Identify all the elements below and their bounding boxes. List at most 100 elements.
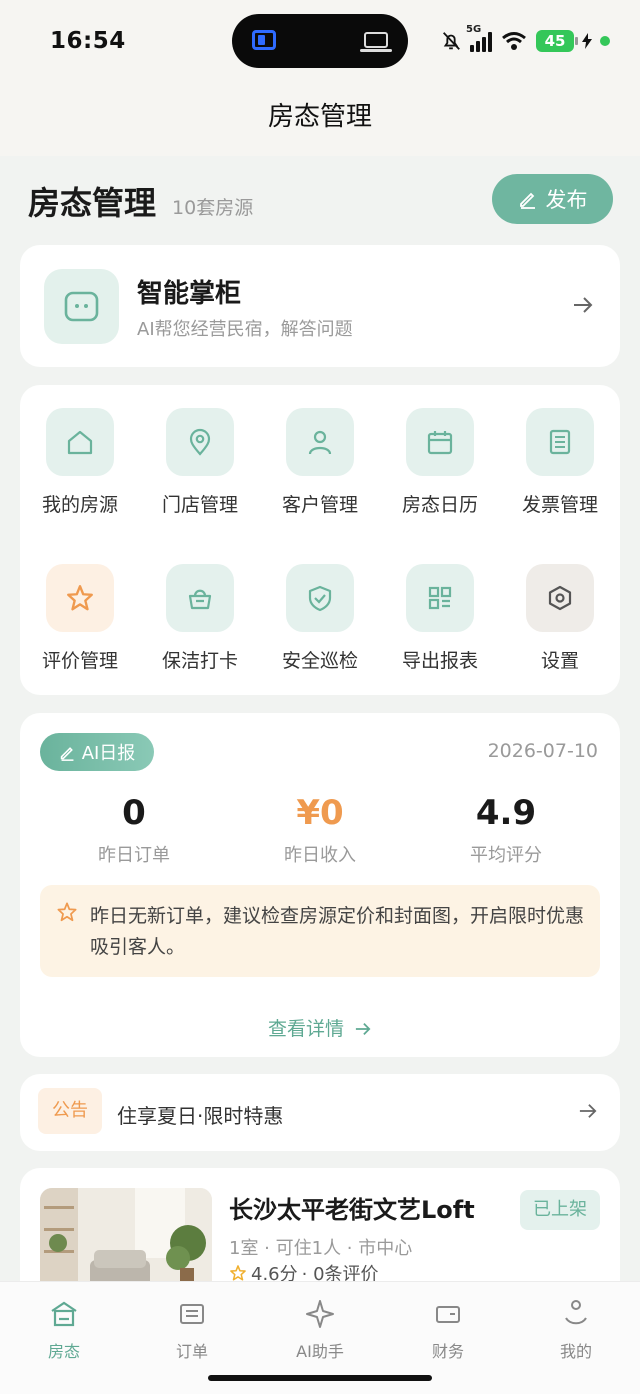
- cleaning-basket-icon: [166, 564, 234, 632]
- battery-level: 45: [536, 30, 578, 52]
- shield-check-icon: [286, 564, 354, 632]
- status-time: 16:54: [50, 28, 126, 54]
- stat-rating: 4.9 平均评分: [406, 793, 606, 867]
- grid-report-icon: [406, 564, 474, 632]
- arrow-right-icon: [574, 297, 593, 313]
- tab-me[interactable]: 我的: [512, 1296, 640, 1362]
- grid-item-cleaning-checkin[interactable]: 保洁打卡: [140, 564, 260, 673]
- grid-item-label: 保洁打卡: [161, 650, 238, 672]
- tab-ai-assistant[interactable]: AI助手: [256, 1296, 384, 1362]
- grid-item-label: 门店管理: [161, 494, 238, 516]
- property-card[interactable]: 长沙太平老街文艺Loft 1室 · 可住1人 · 市中心 4.6分 · 0条评价…: [20, 1168, 620, 1281]
- grid-item-invoice-management[interactable]: 发票管理: [500, 408, 620, 517]
- edit-pencil-icon: [519, 192, 535, 209]
- review-count: · 0条评价: [301, 1264, 379, 1281]
- home-indicator: [208, 1375, 432, 1381]
- system-icons: 5G 45: [440, 24, 610, 58]
- tab-label: 订单: [175, 1342, 208, 1361]
- announcement-text: 住享夏日·限时特惠: [117, 1104, 284, 1128]
- user-icon: [286, 408, 354, 476]
- tab-label: AI助手: [296, 1342, 344, 1361]
- wifi-icon: [502, 32, 526, 50]
- gear-hexagon-icon: [526, 564, 594, 632]
- property-meta: 1室 · 可住1人 · 市中心: [229, 1238, 413, 1259]
- stat-value: 0: [122, 793, 146, 833]
- stat-value: 4.9: [475, 793, 537, 833]
- tip-text: 昨日无新订单，建议检查房源定价和封面图，开启限时优惠吸引客人。: [90, 905, 585, 958]
- function-grid: 我的房源 门店管理 客户管理 房态日历 发票管理 评价管理 保洁打卡 安全巡检 …: [20, 385, 620, 695]
- laptop-icon: [360, 32, 392, 52]
- grid-item-label: 设置: [540, 650, 579, 672]
- network-type: 5G: [466, 24, 482, 35]
- grid-item-label: 评价管理: [41, 650, 118, 672]
- calendar-icon: [406, 408, 474, 476]
- grid-item-room-calendar[interactable]: 房态日历: [380, 408, 500, 517]
- property-rating: 4.6分 · 0条评价: [229, 1260, 379, 1281]
- cellular-signal-icon: 5G: [466, 24, 492, 52]
- location-pin-icon: [166, 408, 234, 476]
- page-header: 房态管理 10套房源: [28, 178, 253, 224]
- announcement-tag: 公告: [38, 1088, 102, 1134]
- grid-item-label: 房态日历: [401, 494, 478, 516]
- grid-item-label: 发票管理: [521, 494, 598, 516]
- tab-room-status[interactable]: 房态: [0, 1296, 128, 1362]
- screen-mirror-icon: [252, 30, 276, 50]
- grid-item-label: 导出报表: [401, 650, 478, 672]
- property-photo[interactable]: [40, 1188, 212, 1281]
- nav-title: 房态管理: [0, 84, 640, 156]
- status-bar: 16:54 5G 45: [0, 0, 640, 84]
- view-details-link[interactable]: 查看详情: [20, 1014, 620, 1041]
- rating-score: 4.6分: [251, 1264, 298, 1281]
- grid-item-store-management[interactable]: 门店管理: [140, 408, 260, 517]
- arrow-right-icon: [579, 1104, 597, 1118]
- property-count: 10套房源: [172, 197, 254, 219]
- grid-item-review-management[interactable]: 评价管理: [20, 564, 140, 673]
- stat-label: 昨日订单: [98, 845, 170, 866]
- grid-item-customer-management[interactable]: 客户管理: [260, 408, 380, 517]
- grid-item-export-report[interactable]: 导出报表: [380, 564, 500, 673]
- view-details-label: 查看详情: [267, 1018, 344, 1040]
- publish-label: 发布: [545, 188, 588, 212]
- invoice-icon: [526, 408, 594, 476]
- edit-pencil-icon: [60, 746, 74, 761]
- ai-daily-report-card: AI日报 2026-07-10 0 昨日订单 ¥0 昨日收入 4.9 平均评分 …: [20, 713, 620, 1057]
- home-icon: [46, 408, 114, 476]
- tab-orders[interactable]: 订单: [128, 1296, 256, 1362]
- star-icon: [46, 564, 114, 632]
- arrow-right-icon: [355, 1023, 371, 1035]
- assistant-title: 智能掌柜: [137, 279, 242, 309]
- report-date: 2026-07-10: [487, 740, 598, 762]
- grid-item-label: 我的房源: [41, 494, 118, 516]
- announcement-bar[interactable]: 公告 住享夏日·限时特惠: [20, 1074, 620, 1151]
- grid-item-label: 安全巡检: [281, 650, 358, 672]
- grid-item-settings[interactable]: 设置: [500, 564, 620, 673]
- main-content[interactable]: 房态管理 10套房源 发布 智能掌柜 AI帮您经营民宿，解答问题 我的房源 门店…: [0, 156, 640, 1281]
- stat-label: 平均评分: [470, 845, 542, 866]
- publish-button[interactable]: 发布: [492, 174, 613, 224]
- privacy-indicator: [600, 36, 610, 46]
- smart-assistant-card[interactable]: 智能掌柜 AI帮您经营民宿，解答问题: [20, 245, 620, 367]
- tab-label: 我的: [559, 1342, 592, 1361]
- house-tab-icon: [0, 1296, 128, 1332]
- wallet-icon: [384, 1296, 512, 1332]
- star-outline-icon: [57, 902, 77, 922]
- grid-item-label: 客户管理: [281, 494, 358, 516]
- grid-item-my-properties[interactable]: 我的房源: [20, 408, 140, 517]
- report-tip: 昨日无新订单，建议检查房源定价和封面图，开启限时优惠吸引客人。: [40, 885, 600, 977]
- tab-label: 财务: [431, 1342, 464, 1361]
- chat-bubble-icon: [44, 269, 119, 344]
- page-title: 房态管理: [28, 184, 157, 222]
- charging-bolt-icon: [582, 33, 592, 49]
- bell-muted-icon: [443, 32, 460, 50]
- stat-income: ¥0 昨日收入: [220, 793, 420, 867]
- ai-report-badge: AI日报: [40, 733, 154, 771]
- stat-value: ¥0: [296, 793, 344, 833]
- dynamic-island: [232, 14, 408, 68]
- tab-finance[interactable]: 财务: [384, 1296, 512, 1362]
- property-title: 长沙太平老街文艺Loft: [229, 1196, 475, 1224]
- tab-label: 房态: [47, 1342, 80, 1361]
- grid-item-safety-inspection[interactable]: 安全巡检: [260, 564, 380, 673]
- order-list-icon: [128, 1296, 256, 1332]
- stat-orders: 0 昨日订单: [34, 793, 234, 867]
- star-outline-icon: [230, 1265, 246, 1281]
